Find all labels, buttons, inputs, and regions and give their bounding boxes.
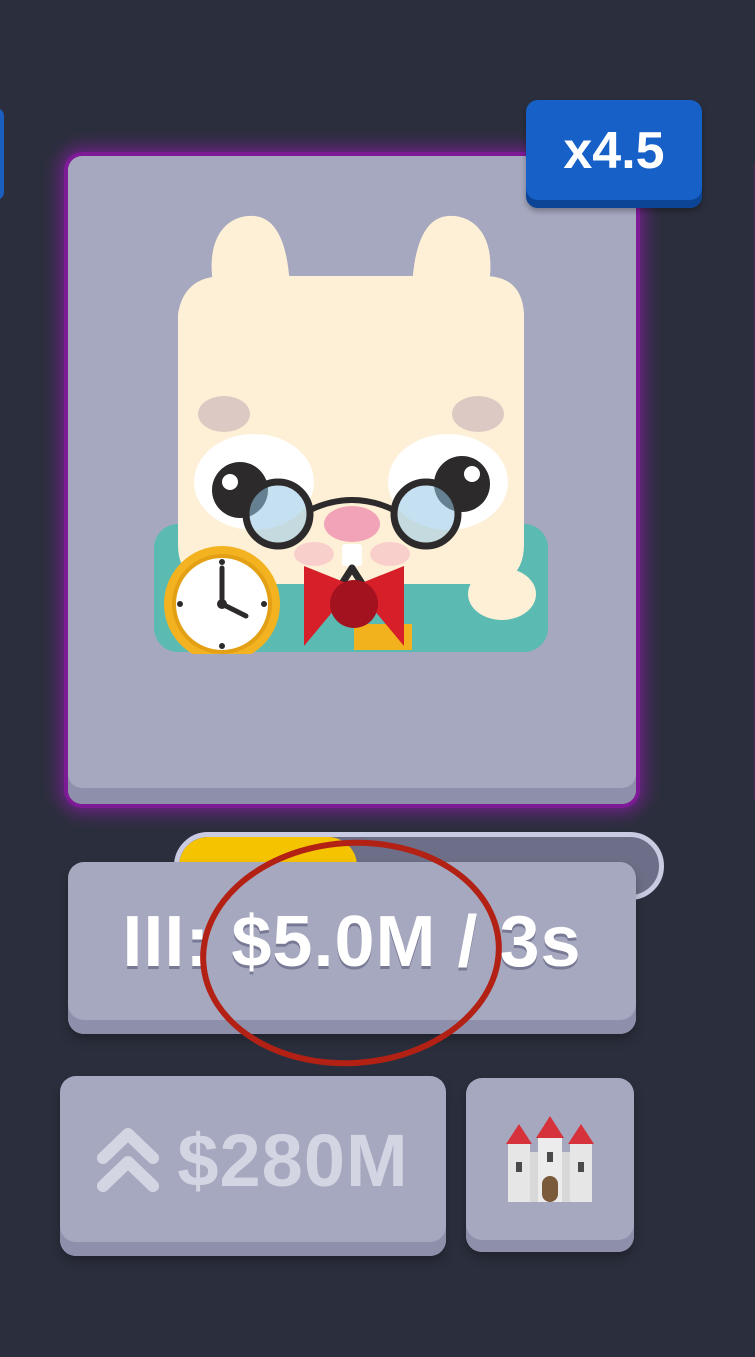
upgrade-button[interactable]: $280M [60, 1076, 446, 1256]
blook-card[interactable] [68, 156, 664, 900]
double-chevron-up-icon [97, 1128, 160, 1192]
castle-button[interactable] [466, 1078, 634, 1252]
bunny-avatar-icon [154, 215, 548, 654]
castle-icon [506, 1116, 594, 1202]
upgrade-price: $280M [177, 1118, 409, 1202]
adjacent-badge-edge [0, 108, 4, 200]
multiplier-badge: x4.5 [526, 100, 702, 208]
